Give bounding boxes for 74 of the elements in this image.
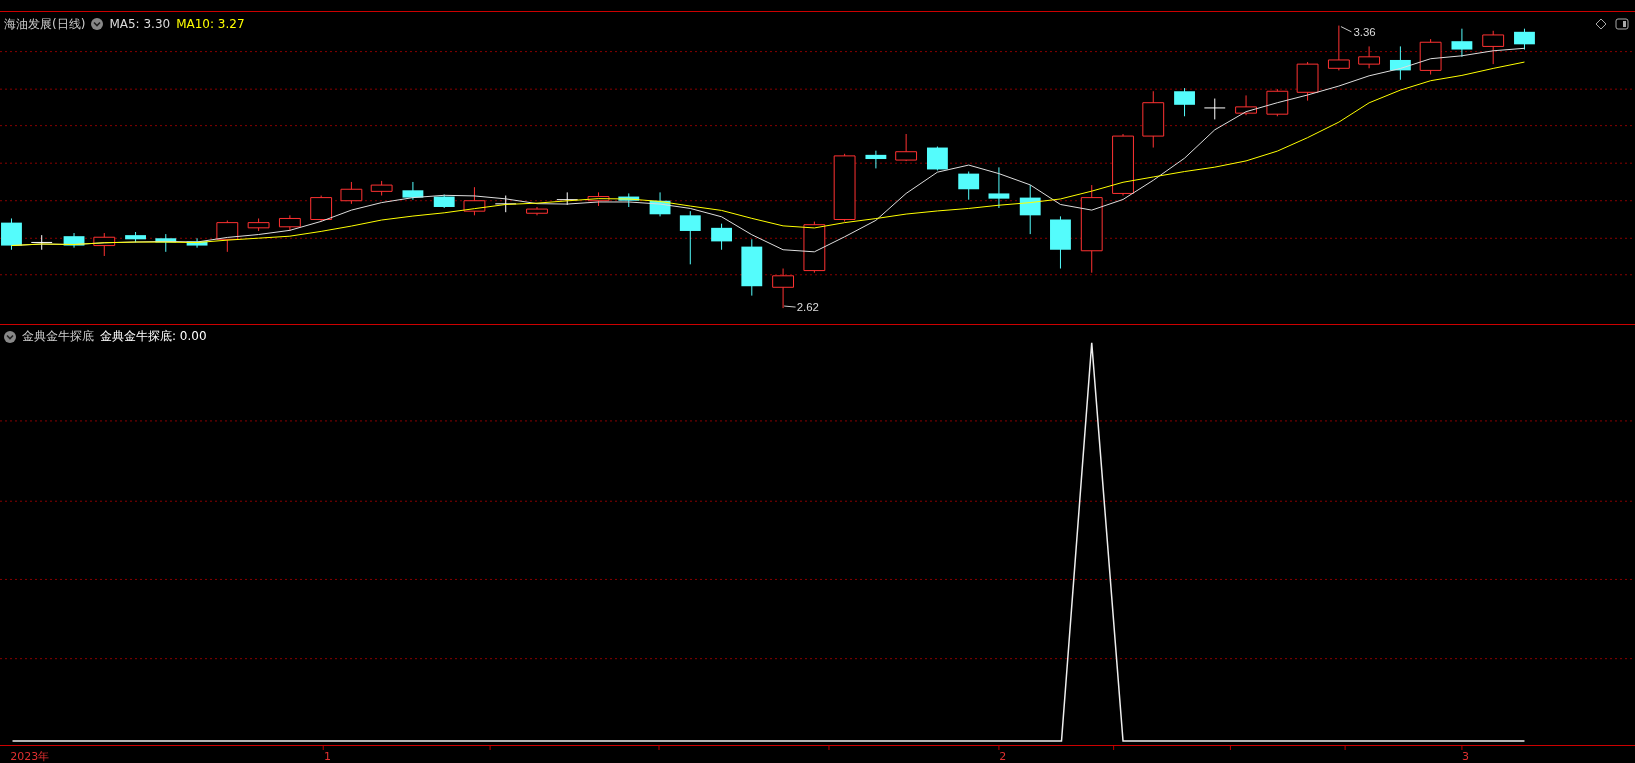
axis-tick bbox=[998, 745, 1000, 751]
diamond-icon[interactable] bbox=[1595, 17, 1607, 30]
candlestick bbox=[649, 191, 671, 217]
axis-tick bbox=[658, 745, 660, 751]
axis-tick bbox=[1461, 745, 1463, 751]
candlestick bbox=[1266, 88, 1289, 117]
candlestick bbox=[1050, 215, 1071, 269]
date-label: 3 bbox=[1461, 749, 1470, 763]
low-price-label: 2.62 bbox=[796, 300, 819, 313]
candlestick bbox=[1451, 27, 1473, 57]
axis-tick bbox=[1229, 745, 1231, 751]
candlestick bbox=[310, 194, 333, 222]
leader-line bbox=[1340, 25, 1352, 32]
candlestick bbox=[433, 193, 455, 209]
candlestick bbox=[618, 192, 640, 208]
candlestick bbox=[1019, 184, 1041, 235]
candlestick bbox=[63, 232, 85, 248]
candlestick bbox=[958, 170, 980, 200]
candlestick bbox=[370, 180, 393, 196]
candlestick bbox=[340, 181, 363, 204]
axis-tick bbox=[489, 745, 491, 751]
candlestick bbox=[1174, 87, 1195, 117]
candlestick bbox=[155, 233, 177, 252]
candlestick bbox=[741, 238, 763, 296]
candlestick bbox=[772, 267, 794, 309]
candlestick bbox=[833, 152, 856, 222]
axis-tick bbox=[828, 745, 830, 751]
candlestick bbox=[679, 210, 701, 265]
candlestick bbox=[463, 186, 486, 216]
stock-title: 海油发展(日线) bbox=[4, 15, 86, 33]
candlestick bbox=[1419, 38, 1442, 75]
candlestick bbox=[1296, 61, 1319, 101]
leader-line bbox=[783, 305, 797, 308]
candlestick bbox=[1, 217, 22, 250]
axis-tick bbox=[1344, 745, 1346, 751]
candlestick bbox=[247, 217, 270, 232]
high-price-label: 3.36 bbox=[1353, 25, 1376, 38]
indicator-name: 金典金牛探底 bbox=[22, 328, 94, 346]
date-label: 2023年 bbox=[9, 749, 50, 763]
panel-toggle-icon[interactable] bbox=[1615, 17, 1629, 30]
candlestick bbox=[711, 222, 732, 250]
candlestick bbox=[1514, 27, 1535, 50]
ma-label: MA10: 3.27 bbox=[176, 17, 245, 32]
candlestick bbox=[927, 145, 948, 171]
candlestick bbox=[1327, 24, 1350, 71]
candlestick bbox=[1203, 97, 1226, 120]
candlestick bbox=[30, 234, 53, 250]
candlestick bbox=[526, 206, 548, 216]
ma-label: MA5: 3.30 bbox=[109, 17, 171, 32]
candlestick bbox=[1389, 45, 1411, 80]
candlestick bbox=[865, 149, 887, 169]
candlestick bbox=[186, 237, 208, 248]
candlestick bbox=[895, 133, 918, 162]
candlestick bbox=[1358, 45, 1381, 69]
candlestick bbox=[1235, 94, 1257, 116]
candlestick bbox=[93, 232, 116, 257]
candlestick bbox=[1482, 29, 1505, 65]
axis-tick bbox=[1113, 745, 1115, 751]
candlestick bbox=[988, 166, 1010, 209]
candlestick bbox=[216, 219, 239, 252]
candlestick bbox=[402, 181, 424, 200]
candlestick bbox=[278, 214, 301, 232]
candlestick bbox=[1142, 90, 1165, 148]
collapse-icon[interactable] bbox=[4, 330, 16, 343]
date-label: 1 bbox=[323, 749, 332, 763]
candlestick bbox=[803, 220, 826, 273]
candlestick bbox=[587, 191, 610, 207]
indicator-value: 金典金牛探底: 0.00 bbox=[100, 328, 207, 346]
candlestick bbox=[1112, 133, 1134, 196]
collapse-icon[interactable] bbox=[91, 18, 104, 31]
candlestick bbox=[125, 231, 146, 243]
date-label: 2 bbox=[998, 749, 1007, 763]
axis-tick bbox=[322, 745, 324, 751]
candlestick bbox=[556, 191, 579, 206]
